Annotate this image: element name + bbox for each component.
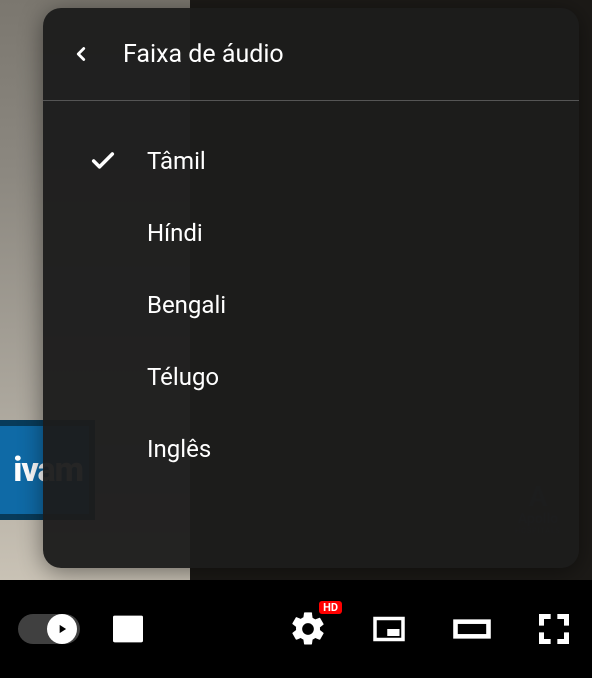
audio-track-panel: Faixa de áudio Tâmil Híndi Bengali Télugo In… xyxy=(43,8,579,568)
hd-badge: HD xyxy=(319,601,342,614)
check-slot xyxy=(73,219,133,247)
panel-title: Faixa de áudio xyxy=(123,40,284,69)
subtitles-icon xyxy=(108,609,148,649)
check-slot xyxy=(73,291,133,319)
back-button[interactable] xyxy=(61,34,101,74)
check-icon xyxy=(89,147,117,175)
settings-button[interactable]: HD xyxy=(288,609,328,649)
audio-option-label: Tâmil xyxy=(147,147,206,175)
panel-header: Faixa de áudio xyxy=(43,8,579,100)
audio-option[interactable]: Inglês xyxy=(43,413,579,485)
check-slot xyxy=(73,147,133,175)
theater-icon xyxy=(450,607,494,651)
fullscreen-button[interactable] xyxy=(534,609,574,649)
fullscreen-icon xyxy=(534,609,574,649)
audio-option[interactable]: Télugo xyxy=(43,341,579,413)
autoplay-knob xyxy=(47,614,77,644)
audio-option-label: Híndi xyxy=(147,219,203,247)
miniplayer-button[interactable] xyxy=(368,608,410,650)
subtitles-button[interactable] xyxy=(108,609,148,649)
audio-option[interactable]: Tâmil xyxy=(43,125,579,197)
check-slot xyxy=(73,435,133,463)
audio-option[interactable]: Bengali xyxy=(43,269,579,341)
miniplayer-icon xyxy=(368,608,410,650)
theater-mode-button[interactable] xyxy=(450,607,494,651)
audio-option-label: Inglês xyxy=(147,435,211,463)
audio-options-list: Tâmil Híndi Bengali Télugo Inglês xyxy=(43,101,579,495)
audio-option-label: Bengali xyxy=(147,291,226,319)
chevron-left-icon xyxy=(70,43,92,65)
player-control-bar: HD xyxy=(0,580,592,678)
audio-option[interactable]: Híndi xyxy=(43,197,579,269)
gear-icon xyxy=(288,609,328,649)
check-slot xyxy=(73,363,133,391)
autoplay-toggle[interactable] xyxy=(18,614,80,644)
play-icon xyxy=(55,622,69,636)
audio-option-label: Télugo xyxy=(147,363,219,391)
